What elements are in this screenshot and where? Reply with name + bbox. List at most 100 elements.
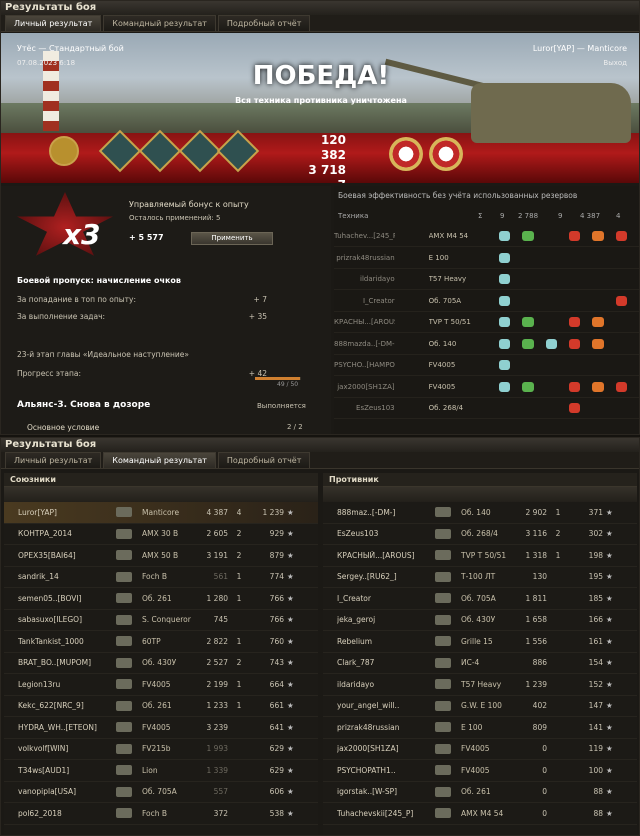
efficiency-icon[interactable] xyxy=(499,403,510,413)
player-row[interactable]: Kekc_622[NRC_9] Об. 261 1 233 1 661 ★ xyxy=(4,696,318,717)
efficiency-row[interactable]: jax2000[SH1ZA] FV4005 xyxy=(334,377,639,398)
efficiency-icon[interactable] xyxy=(568,403,581,413)
efficiency-row[interactable]: 888mazda..[-DM-] Об. 140 xyxy=(334,334,639,355)
player-row[interactable]: КОНТРА_2014 AMX 30 B 2 605 2 929 ★ xyxy=(4,524,318,545)
player-row[interactable]: jax2000[SH1ZA] FV4005 0 119 ★ xyxy=(323,739,637,760)
efficiency-icon[interactable] xyxy=(592,360,603,370)
player-row[interactable]: T34ws[AUD1] Lion 1 339 629 ★ xyxy=(4,760,318,782)
efficiency-icon[interactable] xyxy=(546,317,557,327)
tab-personal[interactable]: Личный результат xyxy=(5,452,102,468)
efficiency-icon[interactable] xyxy=(546,403,557,413)
player-row[interactable]: ildaridayo T57 Heavy 1 239 152 ★ xyxy=(323,674,637,696)
efficiency-icon[interactable] xyxy=(592,338,604,349)
efficiency-icon[interactable] xyxy=(522,296,533,306)
player-row[interactable]: EsZeus103 Об. 268/4 3 116 2 302 ★ xyxy=(323,524,637,545)
player-row[interactable]: semen05..[BOVI] Об. 261 1 280 1 766 ★ xyxy=(4,588,318,610)
player-row[interactable]: Luror[YAP] Manticore 4 387 4 1 239 ★ xyxy=(4,502,318,524)
efficiency-icon[interactable] xyxy=(498,274,511,284)
efficiency-row[interactable]: PSYCHO..[HAMPO] FV4005 xyxy=(334,355,639,376)
efficiency-icon[interactable] xyxy=(568,317,581,327)
efficiency-icon[interactable] xyxy=(522,360,533,370)
player-row[interactable]: jeka_geroj Об. 430У 1 658 166 ★ xyxy=(323,610,637,631)
efficiency-icon[interactable] xyxy=(615,295,628,306)
player-row[interactable]: PSYCHOPATH1.. FV4005 0 100 ★ xyxy=(323,760,637,782)
player-row[interactable]: igorstak..[W-SP] Об. 261 0 88 ★ xyxy=(323,782,637,803)
player-row[interactable]: HYDRA_WH..[ETEON] FV4005 3 239 641 ★ xyxy=(4,717,318,739)
efficiency-icon[interactable] xyxy=(615,381,628,392)
efficiency-icon[interactable] xyxy=(546,296,557,306)
efficiency-icon[interactable] xyxy=(616,403,627,413)
tab-detailed[interactable]: Подробный отчёт xyxy=(217,15,311,31)
efficiency-icon[interactable] xyxy=(498,381,511,392)
efficiency-icon[interactable] xyxy=(498,338,511,349)
efficiency-icon[interactable] xyxy=(592,253,603,263)
mission-title[interactable]: Альянс-3. Снова в дозоре xyxy=(17,400,150,410)
efficiency-row[interactable]: ildaridayo T57 Heavy xyxy=(334,269,639,290)
efficiency-icon[interactable] xyxy=(546,253,557,263)
efficiency-icon[interactable] xyxy=(522,231,534,241)
efficiency-icon[interactable] xyxy=(616,253,627,263)
efficiency-icon[interactable] xyxy=(592,274,603,284)
player-row[interactable]: volkvolf[WIN] FV215b 1 993 629 ★ xyxy=(4,739,318,760)
stage-title[interactable]: 23-й этап главы «Идеальное наступление» xyxy=(17,350,189,359)
efficiency-icon[interactable] xyxy=(568,338,581,349)
tab-team[interactable]: Командный результат xyxy=(103,15,216,31)
efficiency-icon[interactable] xyxy=(545,338,557,349)
efficiency-icon[interactable] xyxy=(546,274,557,284)
efficiency-icon[interactable] xyxy=(498,252,511,263)
tab-team[interactable]: Командный результат xyxy=(103,452,216,468)
achievement-icon[interactable] xyxy=(216,129,260,173)
player-row[interactable]: prizrak48russian E 100 809 141 ★ xyxy=(323,717,637,739)
enemies-header[interactable] xyxy=(323,486,637,502)
player-row[interactable]: BRAT_BO..[MUPOM] Об. 430У 2 527 2 743 ★ xyxy=(4,653,318,674)
player-row[interactable]: Clark_787 ИС-4 886 154 ★ xyxy=(323,653,637,674)
player-row[interactable]: КРАСНЫЙ...[AROUS] TVP T 50/51 1 318 1 198 ★ xyxy=(323,545,637,567)
achievement-icon[interactable] xyxy=(138,129,182,173)
award-icon[interactable] xyxy=(389,137,423,171)
efficiency-icon[interactable] xyxy=(569,360,580,370)
efficiency-icon[interactable] xyxy=(498,360,511,370)
efficiency-icon[interactable] xyxy=(522,317,534,327)
player-row[interactable]: TankTankist_1000 60TP 2 822 1 760 ★ xyxy=(4,631,318,653)
efficiency-icon[interactable] xyxy=(569,253,580,263)
tab-personal[interactable]: Личный результат xyxy=(5,15,102,31)
efficiency-icon[interactable] xyxy=(616,274,627,284)
efficiency-icon[interactable] xyxy=(592,317,604,327)
efficiency-icon[interactable] xyxy=(616,317,627,327)
efficiency-icon[interactable] xyxy=(498,295,511,306)
efficiency-icon[interactable] xyxy=(522,338,534,349)
player-row[interactable]: OPEX35[BAI64] AMX 50 B 3 191 2 879 ★ xyxy=(4,545,318,567)
player-row[interactable]: your_angel_will.. G.W. E 100 402 147 ★ xyxy=(323,696,637,717)
battlepass-title[interactable]: Боевой пропуск: начисление очков xyxy=(17,276,181,285)
player-row[interactable]: I_Creator Об. 705А 1 811 185 ★ xyxy=(323,588,637,610)
achievement-icon[interactable] xyxy=(178,129,222,173)
efficiency-row[interactable]: EsZeus103 Об. 268/4 xyxy=(334,398,639,419)
efficiency-icon[interactable] xyxy=(522,274,533,284)
player-row[interactable]: Sergey..[RU62_] Т-100 ЛТ 130 195 ★ xyxy=(323,567,637,588)
achievement-icon[interactable] xyxy=(98,129,142,173)
player-row[interactable]: vanopipla[USA] Об. 705А 557 606 ★ xyxy=(4,782,318,803)
apply-button[interactable]: Применить xyxy=(191,232,273,245)
efficiency-icon[interactable] xyxy=(522,381,534,392)
efficiency-icon[interactable] xyxy=(592,381,604,392)
player-row[interactable]: sabasuxo[ILEGO] S. Conqueror 745 766 ★ xyxy=(4,610,318,631)
player-row[interactable]: Rebelium Grille 15 1 556 161 ★ xyxy=(323,631,637,653)
player-row[interactable]: pol62_2018 Foch B 372 538 ★ xyxy=(4,803,318,825)
player-row[interactable]: Tuhachevskii[245_P] AMX M4 54 0 88 ★ xyxy=(323,803,637,825)
efficiency-row[interactable]: prizrak48russian E 100 xyxy=(334,248,639,269)
efficiency-icon[interactable] xyxy=(592,296,603,306)
tab-detailed[interactable]: Подробный отчёт xyxy=(217,452,311,468)
player-row[interactable]: sandrik_14 Foch B 561 1 774 ★ xyxy=(4,567,318,588)
efficiency-icon[interactable] xyxy=(546,360,557,370)
player-row[interactable]: 888maz..[-DM-] Об. 140 2 902 1 371 ★ xyxy=(323,502,637,524)
efficiency-row[interactable]: Tuhachev...[245_P] AMX M4 54 xyxy=(334,226,639,247)
efficiency-icon[interactable] xyxy=(546,382,557,392)
allies-header[interactable] xyxy=(4,486,318,502)
efficiency-icon[interactable] xyxy=(569,274,580,284)
header-tech[interactable]: Техника xyxy=(338,212,478,220)
award-icon[interactable] xyxy=(429,137,463,171)
player-row[interactable]: Legion13ru FV4005 2 199 1 664 ★ xyxy=(4,674,318,696)
efficiency-icon[interactable] xyxy=(616,360,627,370)
efficiency-icon[interactable] xyxy=(522,253,533,263)
efficiency-row[interactable]: КРАСНЫ...[AROUS] TVP T 50/51 xyxy=(334,312,639,333)
